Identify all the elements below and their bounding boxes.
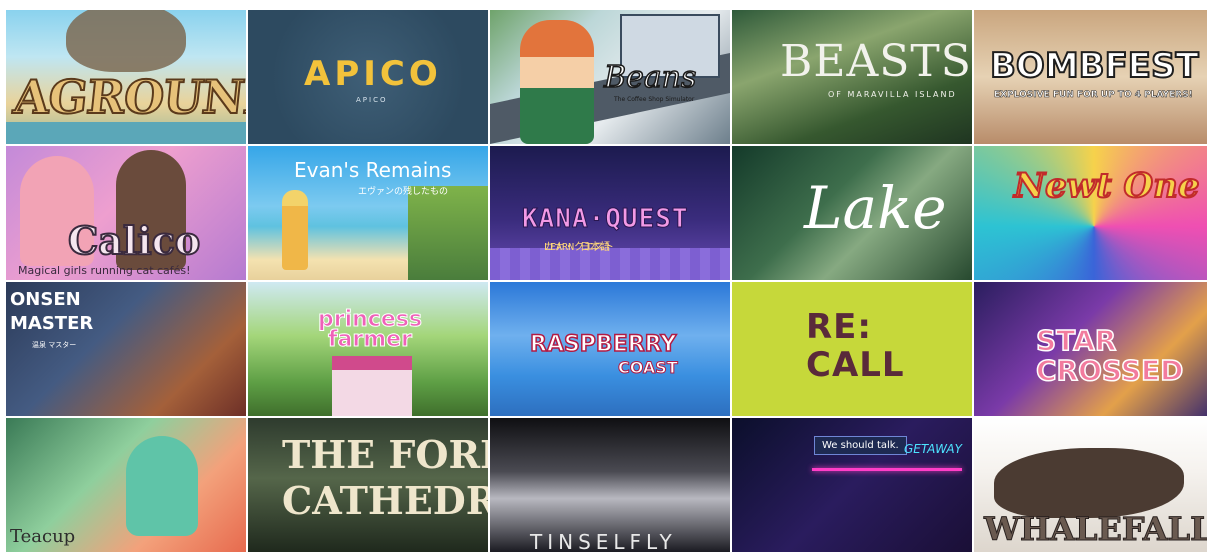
game-title: Evan's Remains [294, 158, 452, 182]
game-tile-teacup[interactable]: Teacup [6, 418, 246, 552]
game-tile-lake[interactable]: Lake [732, 146, 972, 280]
game-tile-tinselfly[interactable]: TINSELFLY [490, 418, 730, 552]
game-subtitle: APICO [356, 96, 388, 104]
game-tile-recall[interactable]: RE: CALL [732, 282, 972, 416]
game-title: BOMBFEST [989, 45, 1200, 87]
game-subtitle: The Coffee Shop Simulator [614, 96, 695, 103]
game-title: RASPBERRY [529, 331, 677, 358]
game-tile-beasts[interactable]: BEASTS OF MARAVILLA ISLAND [732, 10, 972, 144]
game-title-line: CROSSED [1035, 354, 1184, 387]
game-tile-star-crossed[interactable]: STAR CROSSED [974, 282, 1207, 416]
game-tagline: EXPLOSIVE FUN FOR UP TO 4 PLAYERS! [994, 90, 1193, 101]
neon-light-art [812, 468, 962, 471]
game-subtitle: カナ・クエスト [544, 242, 614, 253]
game-tile-aground[interactable]: AGROUND [6, 10, 246, 144]
game-title-line: RE: [806, 307, 873, 347]
whale-ship-art [994, 448, 1184, 518]
game-subtitle: 温泉 マスター [32, 341, 77, 349]
game-subtitle: エヴァンの残したもの [358, 187, 449, 197]
game-title-line: STAR [1035, 324, 1117, 357]
game-title: KANA·QUEST [522, 204, 689, 235]
game-tagline: Magical girls running cat cafés! [18, 264, 191, 277]
game-title: BEASTS [780, 36, 972, 87]
game-title: Beans [603, 59, 697, 96]
game-tile-princess-farmer[interactable]: princess farmer [248, 282, 488, 416]
game-title-line: farmer [327, 327, 412, 352]
character-art [126, 436, 198, 536]
game-tile-getaway[interactable]: We should talk. GETAWAY [732, 418, 972, 552]
game-title-line: CATHEDRAL [282, 478, 488, 523]
cliff-art [408, 186, 488, 280]
game-title: Newt One [1013, 165, 1200, 207]
game-title: RE: CALL [806, 308, 905, 384]
game-title: THE FOREST CATHEDRAL [282, 432, 488, 524]
game-title: Calico [67, 217, 201, 264]
game-tile-forest-cathedral[interactable]: THE FOREST CATHEDRAL [248, 418, 488, 552]
game-tile-onsen-master[interactable]: ONSEN MASTER 温泉 マスター [6, 282, 246, 416]
game-subtitle: OF MARAVILLA ISLAND [828, 90, 957, 99]
game-tile-kana-quest[interactable]: LEARN 日本語 KANA·QUEST カナ・クエスト [490, 146, 730, 280]
speech-bubble: We should talk. [814, 436, 907, 455]
game-title: TINSELFLY [530, 530, 677, 552]
game-tile-calico[interactable]: Calico Magical girls running cat cafés! [6, 146, 246, 280]
game-subtitle: COAST [618, 358, 679, 378]
game-title: Lake [804, 174, 947, 242]
game-title-line: CALL [806, 345, 905, 385]
game-tile-newt-one[interactable]: Newt One [974, 146, 1207, 280]
game-tile-evans-remains[interactable]: Evan's Remains エヴァンの残したもの [248, 146, 488, 280]
game-tile-apico[interactable]: APICO APICO [248, 10, 488, 144]
game-title-line: ONSEN [10, 289, 81, 310]
game-grid: AGROUND APICO APICO Beans The Coffee Sho… [6, 10, 1207, 552]
game-tile-whalefall[interactable]: WHALEFALL [974, 418, 1207, 552]
character-art [66, 10, 186, 72]
game-title: AGROUND [10, 69, 246, 125]
neon-sign: GETAWAY [904, 442, 962, 456]
game-title-line: THE FOREST [282, 432, 488, 477]
character-art [282, 190, 308, 270]
game-title-line: MASTER [10, 313, 94, 334]
house-art [332, 356, 412, 416]
sea-art [6, 122, 246, 144]
character-art [520, 20, 594, 144]
game-title: ONSEN MASTER [10, 288, 93, 336]
game-title: WHALEFALL [984, 510, 1207, 549]
game-title: APICO [304, 54, 442, 94]
game-tile-beans[interactable]: Beans The Coffee Shop Simulator [490, 10, 730, 144]
game-tile-bombfest[interactable]: BOMBFEST EXPLOSIVE FUN FOR UP TO 4 PLAYE… [974, 10, 1207, 144]
game-title: STAR CROSSED [1035, 324, 1184, 387]
game-tile-raspberry-coast[interactable]: RASPBERRY COAST [490, 282, 730, 416]
game-title: princess farmer [318, 308, 423, 352]
